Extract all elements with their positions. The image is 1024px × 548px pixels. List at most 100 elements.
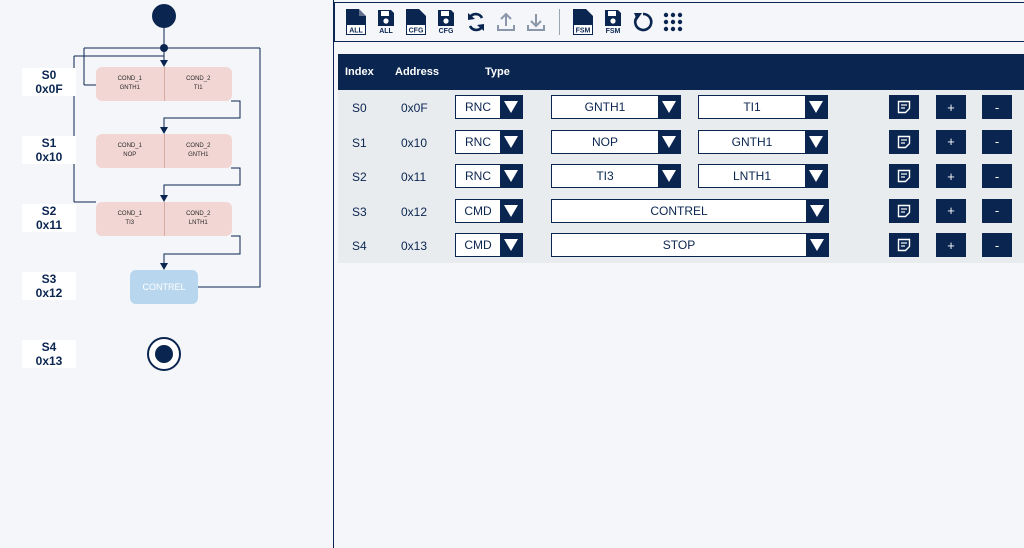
table-row: S1 0x10 RNC NOP GNTH1 + -	[338, 125, 1024, 160]
load-fsm-button[interactable]: FSM	[568, 4, 598, 40]
edit-button[interactable]	[889, 198, 919, 223]
command-select[interactable]: STOP	[551, 233, 829, 258]
chevron-down-icon	[805, 165, 827, 188]
cond2-cell: COND_2 LNTH1	[163, 202, 233, 236]
upload-button[interactable]	[491, 4, 521, 40]
row-address: 0x0F	[401, 101, 428, 115]
chevron-down-icon	[500, 199, 522, 222]
chevron-down-icon	[658, 96, 680, 118]
state-node-s0[interactable]: COND_1 GNTH1 COND_2 TI1	[96, 67, 232, 101]
chevron-down-icon	[500, 234, 522, 257]
state-label-s1: S1 0x10	[22, 136, 76, 164]
load-all-button[interactable]: ALL	[341, 4, 371, 40]
save-all-icon	[378, 10, 394, 26]
condition2-select[interactable]: LNTH1	[698, 164, 828, 189]
state-label-s2: S2 0x11	[22, 204, 76, 232]
remove-state-button[interactable]: -	[982, 198, 1012, 223]
row-index: S4	[352, 239, 367, 254]
note-icon	[897, 169, 911, 183]
table-row: S0 0x0F RNC GNTH1 TI1 + -	[338, 90, 1024, 125]
row-index: S3	[352, 204, 367, 219]
type-select[interactable]: RNC	[455, 164, 523, 189]
download-icon	[527, 14, 545, 31]
reset-icon	[633, 12, 653, 32]
table-row: S2 0x11 RNC TI3 LNTH1 + -	[338, 159, 1024, 194]
header-index: Index	[345, 66, 374, 78]
edit-button[interactable]	[889, 129, 919, 154]
header-address: Address	[395, 66, 440, 78]
upload-icon	[497, 12, 515, 31]
state-node-s3[interactable]: CONTREL	[130, 270, 198, 304]
state-node-s2[interactable]: COND_1 TI3 COND_2 LNTH1	[96, 202, 232, 236]
row-index: S2	[352, 170, 367, 185]
state-node-s1[interactable]: COND_1 NOP COND_2 GNTH1	[96, 134, 232, 168]
chevron-down-icon	[658, 130, 680, 153]
table-row: S3 0x12 CMD CONTREL + -	[338, 194, 1024, 229]
condition2-select[interactable]: GNTH1	[698, 129, 828, 154]
remove-state-button[interactable]: -	[982, 95, 1012, 119]
state-table: Index Address Type S0 0x0F RNC GNTH1 TI1 + - S1…	[338, 54, 1024, 263]
cond1-cell: COND_1 GNTH1	[117, 76, 142, 91]
edit-button[interactable]	[889, 233, 919, 258]
remove-state-button[interactable]: -	[982, 164, 1012, 189]
save-all-button[interactable]: ALL	[371, 4, 401, 40]
edit-button[interactable]	[889, 95, 919, 119]
remove-state-button[interactable]: -	[982, 129, 1012, 154]
chevron-down-icon	[805, 130, 827, 153]
note-icon	[897, 100, 911, 114]
file-cfg-icon: CFG	[406, 9, 426, 35]
add-state-button[interactable]: +	[936, 129, 966, 154]
condition1-select[interactable]: GNTH1	[551, 95, 681, 119]
file-all-icon: ALL	[346, 9, 366, 35]
download-button[interactable]	[521, 4, 551, 40]
edit-button[interactable]	[889, 164, 919, 189]
state-label-s3: S3 0x12	[22, 272, 76, 300]
row-address: 0x12	[401, 204, 428, 219]
start-node-icon	[152, 4, 176, 28]
save-cfg-icon	[438, 10, 454, 26]
type-select[interactable]: RNC	[455, 129, 523, 154]
add-state-button[interactable]: +	[936, 198, 966, 223]
chevron-down-icon	[805, 96, 827, 118]
chevron-down-icon	[806, 199, 828, 222]
grid-menu-icon	[663, 12, 683, 32]
chevron-down-icon	[806, 234, 828, 257]
note-icon	[897, 204, 911, 217]
grid-menu-button[interactable]	[658, 4, 688, 40]
remove-state-button[interactable]: -	[982, 233, 1012, 258]
save-cfg-button[interactable]: CFG	[431, 4, 461, 40]
fsm-diagram: S0 0x0F S1 0x10 S2 0x11 S3 0x12 S4 0x13 COND_…	[0, 0, 333, 548]
cond1-cell: COND_1 NOP	[117, 143, 142, 158]
sync-icon	[468, 12, 484, 32]
state-label-s0: S0 0x0F	[22, 68, 76, 96]
row-address: 0x10	[401, 135, 428, 150]
save-fsm-icon	[605, 10, 621, 26]
note-icon	[897, 135, 911, 148]
chevron-down-icon	[500, 96, 522, 118]
condition1-select[interactable]: TI3	[551, 164, 681, 189]
save-fsm-button[interactable]: FSM	[598, 4, 628, 40]
command-select[interactable]: CONTREL	[551, 198, 829, 223]
add-state-button[interactable]: +	[936, 233, 966, 258]
type-select[interactable]: CMD	[455, 233, 523, 258]
chevron-down-icon	[658, 165, 680, 188]
chevron-down-icon	[500, 130, 522, 153]
type-select[interactable]: CMD	[455, 198, 523, 223]
svg-text:ALL: ALL	[349, 28, 363, 35]
note-icon	[897, 239, 911, 252]
type-select[interactable]: RNC	[455, 95, 523, 119]
sync-button[interactable]	[461, 4, 491, 40]
toolbar: ALL ALL CFG CFG FSM FSM	[334, 2, 1024, 42]
add-state-button[interactable]: +	[936, 95, 966, 119]
cond2-cell: COND_2 GNTH1	[163, 134, 233, 168]
condition1-select[interactable]: NOP	[551, 129, 681, 154]
load-cfg-button[interactable]: CFG	[401, 4, 431, 40]
reset-button[interactable]	[628, 4, 658, 40]
panel-divider	[333, 0, 334, 548]
svg-text:FSM: FSM	[576, 28, 591, 35]
condition2-select[interactable]: TI1	[698, 95, 828, 119]
cond1-cell: COND_1 TI3	[117, 211, 142, 226]
table-body: S0 0x0F RNC GNTH1 TI1 + - S1 0x10 RNC NOP GNTH1 + - S2…	[338, 90, 1024, 263]
add-state-button[interactable]: +	[936, 164, 966, 189]
cond2-cell: COND_2 TI1	[163, 67, 233, 101]
